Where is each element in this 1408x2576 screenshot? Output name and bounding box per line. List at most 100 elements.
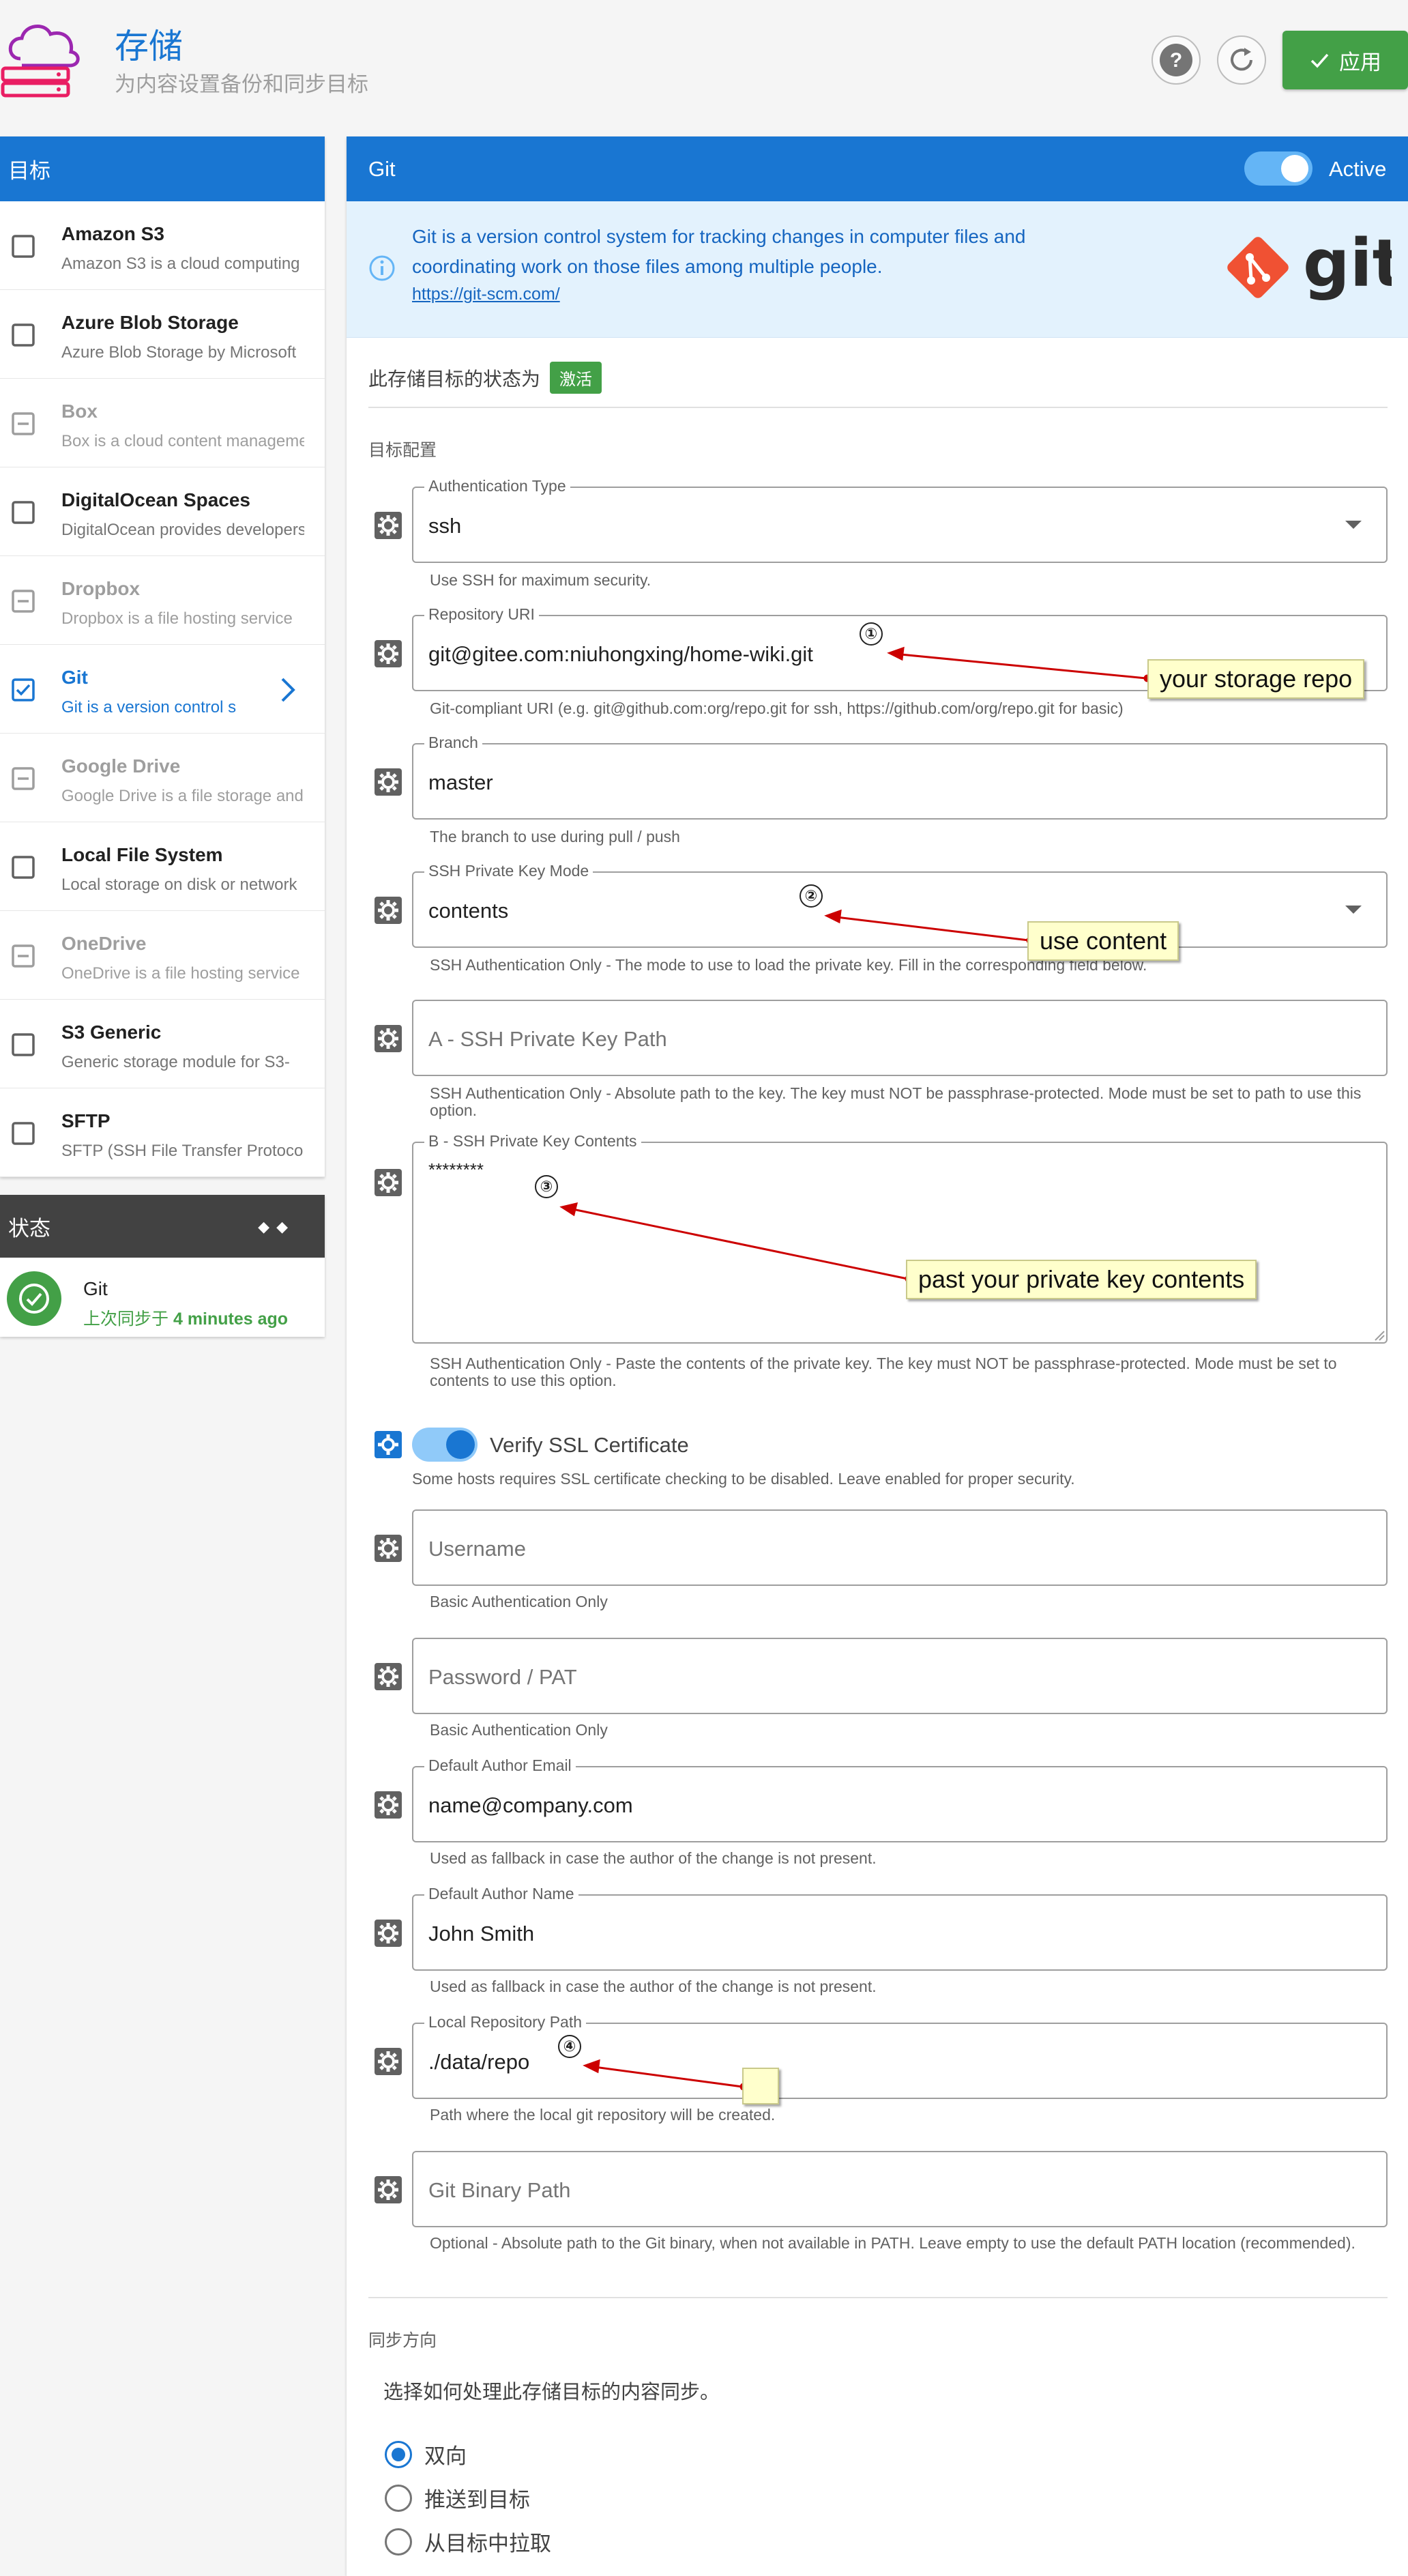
checkbox-disabled-icon[interactable] — [11, 411, 35, 436]
verify-ssl-toggle[interactable] — [412, 1428, 478, 1462]
sync-section-label: 同步方向 — [368, 2331, 437, 2350]
gear-icon[interactable] — [374, 1534, 402, 1563]
field-hint: SSH Authentication Only - Paste the cont… — [430, 1355, 1337, 1389]
sidebar-target-item[interactable]: Box Box is a cloud content management — [0, 379, 325, 467]
gear-icon[interactable] — [374, 1919, 402, 1948]
help-button[interactable]: ? — [1152, 35, 1201, 85]
field-label: Repository URI — [424, 605, 539, 624]
active-toggle[interactable] — [1244, 151, 1312, 186]
field-placeholder: Git Binary Path — [428, 2178, 571, 2202]
target-text: OneDrive OneDrive is a file hosting servi… — [61, 933, 304, 983]
panel-header: Git Active — [347, 136, 1408, 201]
help-icon: ? — [1160, 44, 1192, 76]
checkbox-icon[interactable] — [11, 1121, 35, 1146]
target-title: Google Drive — [61, 755, 181, 777]
sidebar-target-item[interactable]: Dropbox Dropbox is a file hosting service — [0, 556, 325, 645]
branch-input[interactable]: Branch master — [412, 734, 1388, 820]
target-title: Box — [61, 401, 98, 422]
git-binary-path-input[interactable]: Git Binary Path — [412, 2151, 1388, 2227]
checkbox-disabled-icon[interactable] — [11, 589, 35, 613]
target-title: Dropbox — [61, 578, 141, 599]
target-title: Amazon S3 — [61, 223, 164, 244]
sidebar-target-item[interactable]: S3 Generic Generic storage module for S3- — [0, 1000, 325, 1088]
field-hint: Git-compliant URI (e.g. git@github.com:o… — [430, 699, 1124, 717]
target-text: S3 Generic Generic storage module for S3- — [61, 1022, 304, 1072]
local-repo-path-input[interactable]: Local Repository Path ./data/repo — [412, 2013, 1388, 2099]
gear-icon-active[interactable] — [374, 1430, 402, 1459]
checkbox-checked-icon[interactable] — [11, 678, 35, 702]
checkbox-icon[interactable] — [11, 234, 35, 259]
sync-option-pull[interactable]: 从目标中拉取 — [385, 2526, 551, 2557]
auth-type-select[interactable]: Authentication Type ssh — [412, 477, 1388, 563]
target-description: Amazon S3 is a cloud computing — [61, 255, 300, 273]
field-hint: Optional - Absolute path to the Git bina… — [430, 2234, 1355, 2252]
gear-icon[interactable] — [374, 896, 402, 925]
target-text: Amazon S3 Amazon S3 is a cloud computing — [61, 223, 304, 274]
info-text: Git is a version control system for trac… — [412, 226, 1026, 277]
sync-option-push[interactable]: 推送到目标 — [385, 2483, 530, 2513]
last-sync-prefix: 上次同步于 — [83, 1309, 169, 1329]
checkbox-disabled-icon[interactable] — [11, 944, 35, 968]
sidebar-target-item[interactable]: Local File System Local storage on disk o… — [0, 822, 325, 911]
status-row: Git 上次同步于 4 minutes ago — [0, 1258, 325, 1337]
sidebar-target-item[interactable]: DigitalOcean Spaces DigitalOcean provides… — [0, 467, 325, 556]
target-text: Box Box is a cloud content management — [61, 401, 304, 451]
sidebar-target-item[interactable]: Amazon S3 Amazon S3 is a cloud computing — [0, 201, 325, 290]
gear-icon[interactable] — [374, 511, 402, 540]
author-email-input[interactable]: Default Author Email name@company.com — [412, 1756, 1388, 1842]
author-name-input[interactable]: Default Author Name John Smith — [412, 1885, 1388, 1971]
git-logo: git — [1224, 225, 1404, 305]
gear-icon[interactable] — [374, 639, 402, 668]
annotation-number-2: ② — [800, 884, 823, 908]
field-label: Default Author Email — [424, 1756, 576, 1775]
ssh-key-path-input[interactable]: A - SSH Private Key Path — [412, 1000, 1388, 1076]
resize-handle-icon[interactable] — [1373, 1329, 1385, 1341]
target-title: Local File System — [61, 844, 223, 865]
target-title: Git — [61, 667, 88, 688]
sidebar-target-item[interactable]: Azure Blob Storage Azure Blob Storage by … — [0, 290, 325, 379]
field-label: Authentication Type — [424, 477, 570, 495]
username-input[interactable]: Username — [412, 1509, 1388, 1586]
status-title: 状态 — [8, 1216, 50, 1241]
gear-icon[interactable] — [374, 2047, 402, 2076]
radio[interactable] — [385, 2484, 412, 2512]
sidebar-target-item[interactable]: Git Git is a version control s — [0, 645, 325, 734]
apply-button[interactable]: 应用 — [1282, 31, 1408, 89]
success-check-icon — [7, 1271, 61, 1326]
radio[interactable] — [385, 2528, 412, 2556]
password-input[interactable]: Password / PAT — [412, 1638, 1388, 1714]
checkbox-icon[interactable] — [11, 500, 35, 525]
gear-icon[interactable] — [374, 1024, 402, 1053]
sidebar: 目标 Amazon S3 Amazon S3 is a cloud computi… — [0, 136, 325, 1337]
check-icon — [1310, 53, 1329, 68]
checkbox-icon[interactable] — [11, 323, 35, 347]
refresh-button[interactable] — [1217, 35, 1266, 85]
radio-selected[interactable] — [385, 2440, 412, 2468]
annotation-number-3: ③ — [535, 1175, 558, 1198]
git-scm-link[interactable]: https://git-scm.com/ — [412, 285, 560, 304]
ssh-key-contents-textarea[interactable]: B - SSH Private Key Contents ******** — [412, 1132, 1388, 1344]
gear-icon[interactable] — [374, 768, 402, 796]
verify-ssl-label: Verify SSL Certificate — [490, 1433, 689, 1457]
divider — [368, 407, 1388, 408]
sidebar-target-item[interactable]: SFTP SFTP (SSH File Transfer Protocol — [0, 1088, 325, 1177]
target-text: SFTP SFTP (SSH File Transfer Protocol — [61, 1110, 304, 1161]
gear-icon[interactable] — [374, 1168, 402, 1197]
sync-option-bidirectional[interactable]: 双向 — [385, 2439, 467, 2470]
gear-icon[interactable] — [374, 2175, 402, 2204]
field-label: Default Author Name — [424, 1885, 578, 1903]
apply-label: 应用 — [1339, 50, 1381, 74]
checkbox-disabled-icon[interactable] — [11, 766, 35, 791]
gear-icon[interactable] — [374, 1791, 402, 1819]
gear-icon[interactable] — [374, 1662, 402, 1691]
target-description: Local storage on disk or network — [61, 875, 297, 894]
field-label: Branch — [424, 734, 482, 752]
field-value: ./data/repo — [428, 2050, 530, 2074]
checkbox-icon[interactable] — [11, 1032, 35, 1057]
ssh-key-mode-select[interactable]: SSH Private Key Mode contents — [412, 862, 1388, 948]
field-hint: SSH Authentication Only - Absolute path … — [430, 1084, 1362, 1119]
sidebar-target-item[interactable]: OneDrive OneDrive is a file hosting servi… — [0, 911, 325, 1000]
checkbox-icon[interactable] — [11, 855, 35, 880]
sidebar-target-item[interactable]: Google Drive Google Drive is a file stora… — [0, 734, 325, 822]
last-sync-time: 4 minutes ago — [173, 1309, 289, 1329]
